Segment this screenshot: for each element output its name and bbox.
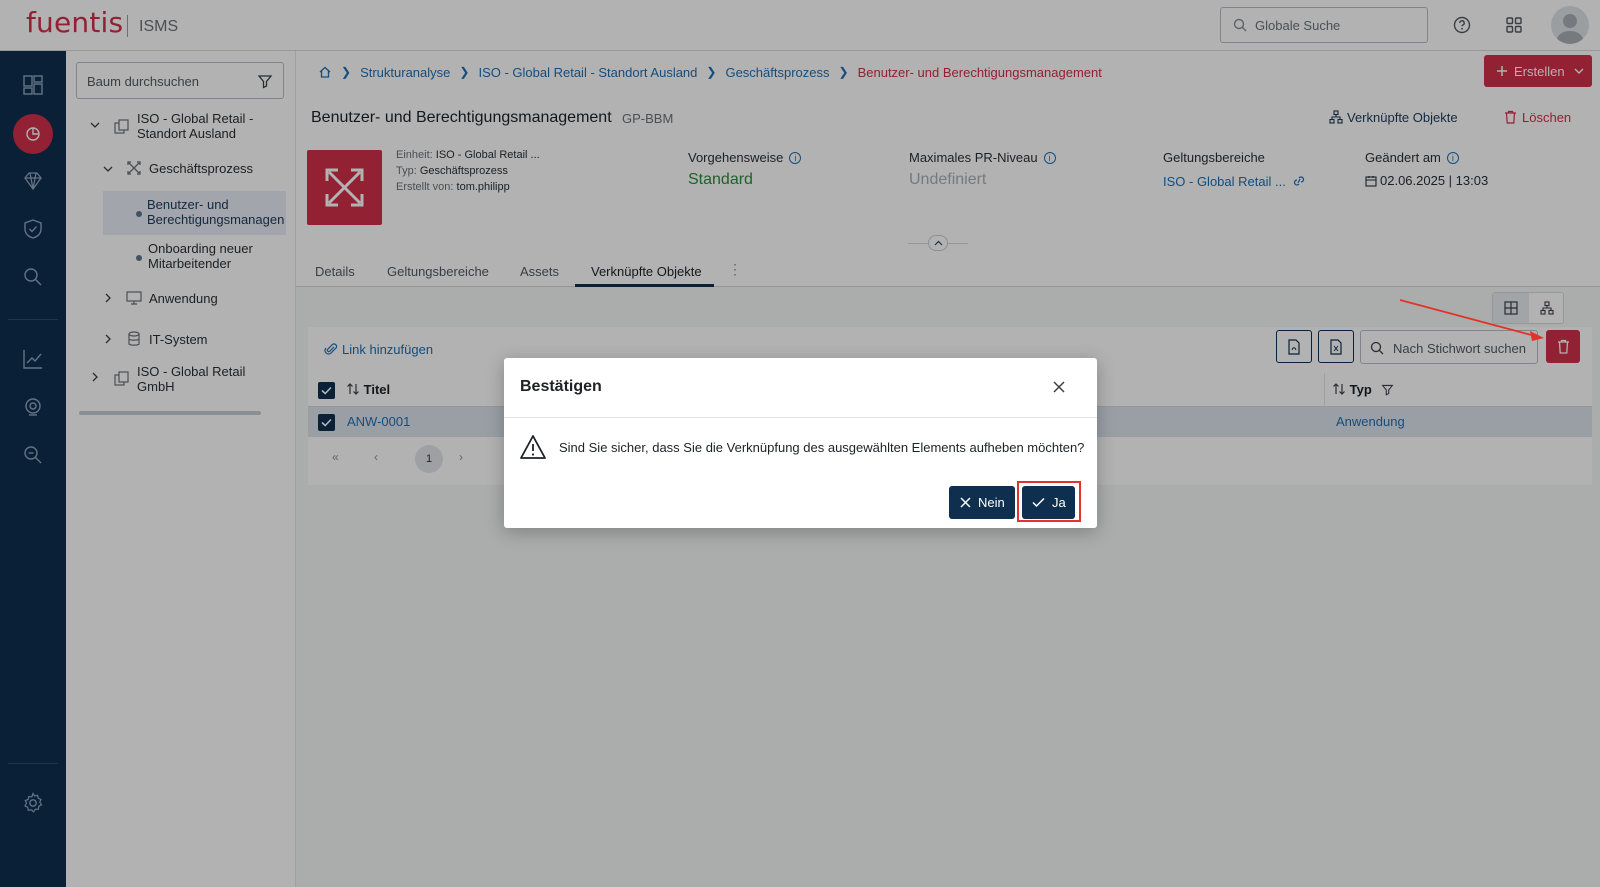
close-icon[interactable] (1051, 379, 1067, 395)
confirm-dialog: Bestätigen Sind Sie sicher, dass Sie die… (504, 358, 1097, 528)
highlight-outline (1017, 481, 1081, 522)
dialog-title: Bestätigen (520, 378, 602, 395)
dialog-message: Sind Sie sicher, dass Sie die Verknüpfun… (559, 440, 1085, 455)
dialog-divider (504, 417, 1097, 418)
warning-icon (520, 435, 546, 459)
no-button-label: Nein (978, 495, 1005, 510)
no-button[interactable]: Nein (949, 486, 1015, 519)
close-icon (960, 497, 971, 508)
